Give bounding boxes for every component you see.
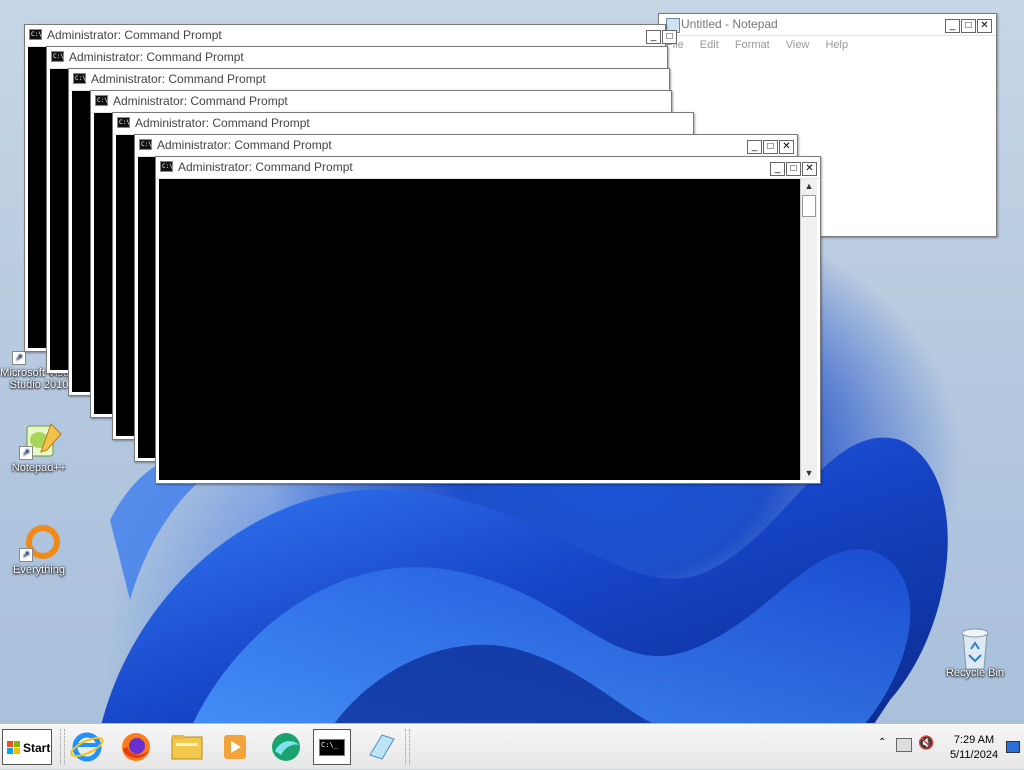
cmd-icon: C:\.	[51, 51, 68, 62]
notepad-title-bar[interactable]: Untitled - Notepad _ □ ✕	[659, 14, 996, 36]
cmd-title-bar[interactable]: C:\. Administrator: Command Prompt	[69, 69, 669, 91]
browser-globe-icon[interactable]	[267, 729, 305, 765]
firefox-icon[interactable]	[117, 729, 155, 765]
notepad-icon	[369, 734, 395, 760]
desktop-icon-label: Studio 2010	[9, 379, 69, 391]
desktop-icon-notepad-plus-plus[interactable]: ↗ Notepad++	[0, 420, 78, 474]
system-tray: ⌃ 🔇 7:29 AM 5/11/2024	[874, 725, 1024, 769]
menu-view[interactable]: View	[786, 39, 810, 51]
vertical-scrollbar[interactable]: ▲ ▼	[800, 179, 817, 480]
cmd-task-text: C:\_	[321, 741, 338, 749]
taskbar-separator	[60, 729, 65, 765]
internet-explorer-icon[interactable]	[68, 729, 106, 765]
window-title: Untitled - Notepad	[681, 17, 778, 31]
menu-format[interactable]: Format	[735, 39, 770, 51]
cmd-title-bar[interactable]: C:\. Administrator: Command Prompt _ □	[25, 25, 677, 47]
maximize-button[interactable]: □	[961, 19, 976, 33]
scroll-thumb[interactable]	[802, 195, 816, 217]
cmd-icon: C:\.	[29, 29, 46, 40]
maximize-button[interactable]: □	[786, 162, 801, 176]
clock[interactable]: 7:29 AM 5/11/2024	[946, 733, 1002, 763]
cmd-title-bar[interactable]: C:\. Administrator: Command Prompt _ □ ✕	[135, 135, 797, 157]
show-desktop-icon[interactable]	[1006, 741, 1020, 753]
window-title: Administrator: Command Prompt	[47, 28, 222, 42]
show-hidden-icons-chevron-icon[interactable]: ⌃	[878, 737, 886, 748]
minimize-button[interactable]: _	[770, 162, 785, 176]
cmd-icon: C:\.	[73, 73, 90, 84]
desktop-icon-everything[interactable]: ↗ Everything	[0, 522, 78, 576]
volume-muted-icon[interactable]: 🔇	[918, 735, 934, 751]
clock-time: 7:29 AM	[953, 734, 995, 746]
notepad-taskbar-button[interactable]	[362, 729, 400, 765]
window-title: Administrator: Command Prompt	[178, 160, 353, 174]
shortcut-arrow-icon: ↗	[19, 548, 33, 562]
window-title: Administrator: Command Prompt	[91, 72, 266, 86]
windows-flag-icon	[7, 741, 20, 754]
minimize-button[interactable]: _	[747, 140, 762, 154]
scroll-up-arrow-icon[interactable]: ▲	[801, 179, 817, 193]
console-area[interactable]	[159, 179, 801, 480]
minimize-button[interactable]: _	[945, 19, 960, 33]
media-player-icon[interactable]	[216, 729, 254, 765]
maximize-button[interactable]: □	[662, 30, 677, 44]
start-label: Start	[23, 741, 51, 755]
cmd-title-bar[interactable]: C:\. Administrator: Command Prompt	[113, 113, 693, 135]
shortcut-arrow-icon: ↗	[19, 446, 33, 460]
window-title: Administrator: Command Prompt	[135, 116, 310, 130]
shortcut-arrow-icon: ↗	[12, 351, 26, 365]
minimize-button[interactable]: _	[646, 30, 661, 44]
cmd-window-active[interactable]: C:\. Administrator: Command Prompt _ □ ✕ ▲…	[155, 156, 821, 484]
cmd-icon: C:\.	[160, 161, 177, 172]
close-button[interactable]: ✕	[802, 162, 817, 176]
menu-edit[interactable]: Edit	[700, 39, 719, 51]
everything-search-icon: ↗	[19, 522, 60, 562]
cmd-title-bar[interactable]: C:\. Administrator: Command Prompt	[47, 47, 667, 69]
desktop-icon-recycle-bin[interactable]: Recycle Bin	[936, 625, 1014, 679]
maximize-button[interactable]: □	[763, 140, 778, 154]
network-icon[interactable]	[896, 738, 912, 752]
command-prompt-icon: C:\_	[319, 739, 345, 756]
command-prompt-taskbar-button[interactable]: C:\_	[313, 729, 351, 765]
scroll-down-arrow-icon[interactable]: ▼	[801, 466, 817, 480]
file-explorer-icon[interactable]	[168, 729, 206, 765]
close-button[interactable]: ✕	[779, 140, 794, 154]
notepad-plus-plus-icon: ↗	[19, 420, 62, 460]
start-button[interactable]: Start	[2, 729, 52, 765]
close-button[interactable]: ✕	[977, 19, 992, 33]
notepad-menu-bar: File Edit Format View Help	[659, 36, 996, 54]
window-title: Administrator: Command Prompt	[69, 50, 244, 64]
window-title: Administrator: Command Prompt	[113, 94, 288, 108]
cmd-icon: C:\.	[117, 117, 134, 128]
cmd-title-bar[interactable]: C:\. Administrator: Command Prompt _ □ ✕	[156, 157, 820, 179]
recycle-bin-icon	[955, 625, 995, 670]
window-title: Administrator: Command Prompt	[157, 138, 332, 152]
clock-date: 5/11/2024	[949, 749, 999, 761]
menu-help[interactable]: Help	[825, 39, 848, 51]
taskbar-separator	[405, 729, 410, 765]
taskbar: Start C:\_ ⌃ 🔇 7:29 AM 5/11/2024	[0, 724, 1024, 769]
cmd-icon: C:\.	[139, 139, 156, 150]
cmd-icon: C:\.	[95, 95, 112, 106]
cmd-title-bar[interactable]: C:\. Administrator: Command Prompt	[91, 91, 671, 113]
